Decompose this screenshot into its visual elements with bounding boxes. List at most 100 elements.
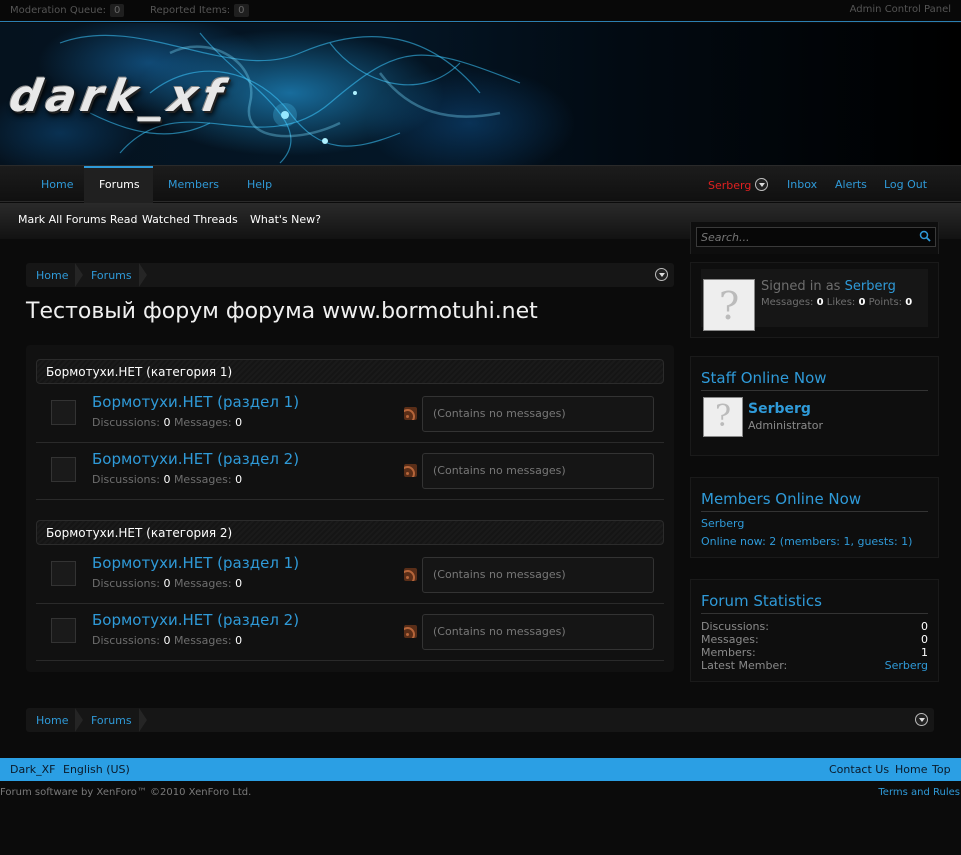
signed-in-label: Signed in as (761, 279, 841, 294)
category-header[interactable]: Бормотухи.НЕТ (категория 2) (36, 520, 664, 545)
visitor-points-count: 0 (905, 297, 913, 308)
admin-control-panel-link[interactable]: Admin Control Panel (850, 4, 951, 15)
discussions-count: 0 (163, 473, 171, 486)
forum-stats: Discussions: 0 Messages: 0 (92, 577, 242, 590)
footer-top-link[interactable]: Top (932, 763, 951, 776)
stat-label: Messages: (173, 577, 232, 590)
alerts-link[interactable]: Alerts (835, 178, 867, 191)
category-title: Бормотухи.НЕТ (категория 1) (46, 365, 233, 379)
category-header[interactable]: Бормотухи.НЕТ (категория 1) (36, 359, 664, 384)
staff-role: Administrator (748, 419, 823, 432)
last-post: (Contains no messages) (422, 453, 654, 489)
signed-in-line: Signed in as Serberg (761, 279, 896, 294)
tab-help[interactable]: Help (247, 178, 272, 191)
last-post: (Contains no messages) (422, 396, 654, 432)
breadcrumb-separator (139, 708, 147, 732)
footer-home-link[interactable]: Home (895, 763, 927, 776)
logout-link[interactable]: Log Out (884, 178, 927, 191)
stat-value: 0 (921, 620, 928, 633)
site-logo[interactable]: dark_xf (6, 71, 232, 122)
discussions-count: 0 (163, 416, 171, 429)
stat-row: Messages: 0 (701, 633, 928, 646)
account-menu[interactable]: Serberg (708, 178, 768, 192)
visitor-username-link[interactable]: Serberg (845, 279, 896, 294)
staff-username-link[interactable]: Serberg (748, 401, 811, 417)
rss-icon[interactable] (404, 625, 417, 638)
stat-label: Discussions: (701, 620, 769, 633)
online-user-link[interactable]: Serberg (701, 517, 744, 530)
chevron-down-icon[interactable] (915, 713, 928, 726)
latest-member-link[interactable]: Serberg (885, 659, 928, 672)
stat-label: Members: (701, 646, 756, 659)
stat-value: 1 (921, 646, 928, 659)
forum-stats: Discussions: 0 Messages: 0 (92, 634, 242, 647)
search-input[interactable] (696, 227, 936, 247)
copyright-text: Forum software by XenForo™ ©2010 XenForo… (0, 787, 252, 798)
moderation-queue-link[interactable]: Moderation Queue: 0 (10, 4, 125, 17)
last-post: (Contains no messages) (422, 557, 654, 593)
whats-new-link[interactable]: What's New? (250, 213, 321, 226)
forum-node: Бормотухи.НЕТ (раздел 2) Discussions: 0 … (36, 443, 664, 500)
stat-row: Members: 1 (701, 646, 928, 659)
forum-title-link[interactable]: Бормотухи.НЕТ (раздел 2) (92, 611, 299, 629)
contact-us-link[interactable]: Contact Us (829, 763, 889, 776)
watched-threads-link[interactable]: Watched Threads (142, 213, 238, 226)
tab-forums[interactable]: Forums (84, 166, 153, 203)
forum-statistics-panel: Forum Statistics Discussions: 0 Messages:… (690, 579, 939, 682)
discussions-count: 0 (163, 577, 171, 590)
breadcrumb-forums[interactable]: Forums (91, 714, 132, 727)
breadcrumb-separator (139, 263, 147, 287)
footer-bar: Dark_XF English (US) Contact Us Home Top (0, 758, 961, 781)
search-icon[interactable] (919, 230, 931, 242)
forum-title-link[interactable]: Бормотухи.НЕТ (раздел 1) (92, 393, 299, 411)
avatar[interactable]: ? (703, 397, 743, 437)
tab-home[interactable]: Home (41, 178, 73, 191)
forum-stats: Discussions: 0 Messages: 0 (92, 416, 242, 429)
forum-read-icon (51, 400, 76, 425)
rss-icon[interactable] (404, 464, 417, 477)
breadcrumb-forums[interactable]: Forums (91, 269, 132, 282)
main-navigation: Home Forums Members Help Serberg Inbox A… (0, 165, 961, 203)
forum-stats: Discussions: 0 Messages: 0 (92, 473, 242, 486)
visitor-stats: Messages: 0 Likes: 0 Points: 0 (761, 297, 912, 308)
breadcrumb-separator (75, 263, 83, 287)
forum-statistics-heading: Forum Statistics (701, 592, 928, 614)
admin-bar: Moderation Queue: 0 Reported Items: 0 Admi… (0, 0, 961, 22)
messages-count: 0 (235, 577, 243, 590)
reported-items-label: Reported Items: (150, 5, 231, 16)
stat-row: Discussions: 0 (701, 620, 928, 633)
terms-link[interactable]: Terms and Rules (878, 787, 960, 798)
stat-label: Messages: (701, 633, 759, 646)
rss-icon[interactable] (404, 568, 417, 581)
stat-value: 0 (921, 633, 928, 646)
online-summary-link[interactable]: Online now: 2 (members: 1, guests: 1) (701, 535, 912, 548)
tab-forums-label: Forums (99, 178, 140, 191)
reported-items-count: 0 (234, 4, 249, 17)
tab-members[interactable]: Members (168, 178, 219, 191)
chevron-down-icon[interactable] (655, 268, 668, 281)
stat-label: Likes: (826, 297, 856, 308)
forum-title-link[interactable]: Бормотухи.НЕТ (раздел 1) (92, 554, 299, 572)
language-chooser-link[interactable]: English (US) (63, 763, 130, 776)
chevron-down-icon (754, 178, 768, 191)
forum-title-link[interactable]: Бормотухи.НЕТ (раздел 2) (92, 450, 299, 468)
breadcrumb-home[interactable]: Home (36, 714, 68, 727)
forum-read-icon (51, 457, 76, 482)
stat-label: Points: (868, 297, 903, 308)
rss-icon[interactable] (404, 407, 417, 420)
visitor-panel-inner: ? Signed in as Serberg Messages: 0 Likes… (701, 269, 928, 331)
stat-label: Messages: (173, 416, 232, 429)
avatar[interactable]: ? (703, 279, 755, 331)
breadcrumb: Home Forums (26, 263, 674, 287)
forum-node: Бормотухи.НЕТ (раздел 2) Discussions: 0 … (36, 604, 664, 661)
inbox-link[interactable]: Inbox (787, 178, 817, 191)
messages-count: 0 (235, 634, 243, 647)
reported-items-link[interactable]: Reported Items: 0 (150, 4, 249, 17)
breadcrumb-home[interactable]: Home (36, 269, 68, 282)
mark-forums-read-link[interactable]: Mark All Forums Read (18, 213, 138, 226)
staff-online-panel: Staff Online Now ? Serberg Administrator (690, 356, 939, 456)
breadcrumb-separator (75, 708, 83, 732)
staff-online-heading: Staff Online Now (701, 369, 928, 391)
style-chooser-link[interactable]: Dark_XF (10, 763, 55, 776)
forum-read-icon (51, 618, 76, 643)
